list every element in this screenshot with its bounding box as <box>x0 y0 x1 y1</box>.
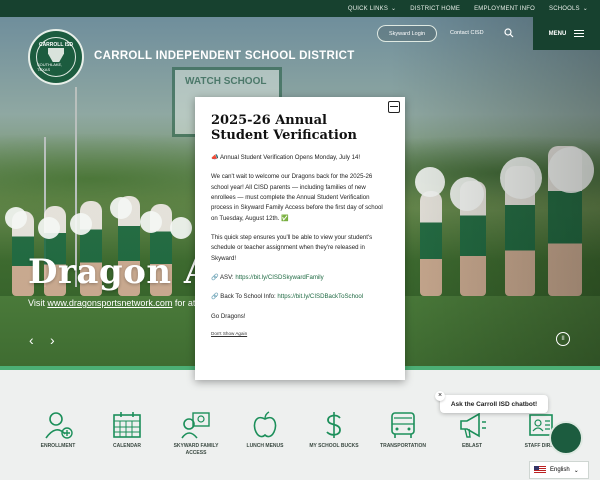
quicklink-transportation[interactable]: TRANSPORTATION <box>373 410 433 450</box>
quicklink-label: LUNCH MENUS <box>246 443 284 449</box>
schools-label: SCHOOLS <box>549 5 580 12</box>
quick-links-section: ENROLLMENT CALENDAR SKYWARD FAMILY ACCES… <box>0 370 600 480</box>
quicklink-skyward[interactable]: SKYWARD FAMILY ACCESS <box>166 410 226 456</box>
quick-links-label: QUICK LINKS <box>347 5 389 12</box>
chatbot-prompt[interactable]: Ask the Carroll ISD chatbot! <box>440 395 548 413</box>
modal-bts-line: 🔗 Back To School Info: https://bit.ly/CI… <box>211 292 389 302</box>
district-logo[interactable]: CARROLL ISD SOUTHLAKE, TEXAS <box>28 29 84 85</box>
hamburger-icon <box>574 30 585 37</box>
menu-button[interactable]: MENU <box>533 17 600 50</box>
calendar-icon <box>113 412 141 438</box>
pause-icon[interactable]: II <box>556 332 570 346</box>
modal-title: 2025-26 Annual Student Verification <box>211 113 357 143</box>
shield-icon <box>48 48 64 62</box>
logo-bottom-text: SOUTHLAKE, TEXAS <box>37 62 63 72</box>
next-slide-icon[interactable]: › <box>50 332 55 348</box>
quicklink-school-bucks[interactable]: MY SCHOOL BUCKS <box>304 410 364 450</box>
quicklink-enrollment[interactable]: ENROLLMENT <box>28 410 88 450</box>
hero-shade <box>390 17 600 366</box>
dragon-sports-link[interactable]: www.dragonsportsnetwork.com <box>47 298 172 308</box>
prev-slide-icon[interactable]: ‹ <box>29 332 34 348</box>
skyward-login-button[interactable]: Skyward Login <box>377 25 437 42</box>
quicklink-label: TRANSPORTATION <box>380 443 426 449</box>
slide-sub-prefix: Visit <box>28 298 48 308</box>
verification-modal: 2025-26 Annual Student Verification 📣 An… <box>195 97 405 380</box>
minimize-icon[interactable] <box>388 101 400 113</box>
chevron-down-icon: ⌄ <box>391 6 397 12</box>
quicklink-label: EBLAST <box>462 443 482 449</box>
pom-pom <box>38 217 60 239</box>
quicklink-eblast[interactable]: EBLAST <box>442 410 502 450</box>
us-flag-icon <box>534 466 546 474</box>
skyward-icon <box>181 412 210 439</box>
employment-info-label: EMPLOYMENT INFO <box>474 5 536 12</box>
scoreboard-text: WATCH SCHOOL <box>185 76 267 87</box>
quicklink-label: CALENDAR <box>112 443 142 449</box>
logo-seal: CARROLL ISD SOUTHLAKE, TEXAS <box>36 37 76 77</box>
chevron-down-icon: ⌄ <box>573 467 579 474</box>
quicklink-label: SKYWARD FAMILY ACCESS <box>173 443 219 456</box>
search-icon[interactable] <box>504 28 514 38</box>
asv-label: 🔗 ASV: <box>211 274 236 282</box>
language-selector[interactable]: English ⌄ <box>529 461 589 479</box>
close-icon[interactable]: × <box>435 391 445 401</box>
chevron-down-icon: ⌄ <box>582 6 588 12</box>
bts-link[interactable]: https://bit.ly/CISDBackToSchool <box>277 293 363 300</box>
quicklink-lunch[interactable]: LUNCH MENUS <box>235 410 295 450</box>
pom-pom <box>5 207 27 229</box>
modal-announcement: 📣 Annual Student Verification Opens Mond… <box>211 153 361 161</box>
pom-pom <box>170 217 192 239</box>
modal-asv-line: 🔗 ASV: https://bit.ly/CISDSkywardFamily <box>211 273 389 283</box>
slide-subtitle: Visit www.dragonsportsnetwork.com for at… <box>28 298 200 308</box>
bts-label: 🔗 Back To School Info: <box>211 293 278 301</box>
pom-pom <box>140 211 162 233</box>
contact-link[interactable]: Contact CISD <box>450 30 484 36</box>
logo-top-text: CARROLL ISD <box>38 42 74 48</box>
district-home-label: DISTRICT HOME <box>410 5 461 12</box>
dont-show-again-link[interactable]: Don't Show Again <box>211 330 389 338</box>
quicklink-calendar[interactable]: CALENDAR <box>97 410 157 450</box>
megaphone-icon <box>460 412 486 438</box>
district-name[interactable]: CARROLL INDEPENDENT SCHOOL DISTRICT <box>94 50 355 62</box>
modal-body-schedule: This quick step ensures you'll be able t… <box>211 234 373 262</box>
schools-menu[interactable]: SCHOOLS ⌄ <box>549 5 588 13</box>
modal-body-welcome: We can't wait to welcome our Dragons bac… <box>211 173 383 222</box>
apple-icon <box>253 411 277 438</box>
employment-info-link[interactable]: EMPLOYMENT INFO <box>474 6 535 12</box>
district-home-link[interactable]: DISTRICT HOME <box>410 6 460 12</box>
menu-label: MENU <box>548 30 567 37</box>
utility-bar: QUICK LINKS ⌄ DISTRICT HOME EMPLOYMENT I… <box>0 0 600 17</box>
modal-signoff: Go Dragons! <box>211 312 246 320</box>
quicklink-label: ENROLLMENT <box>40 443 76 449</box>
pom-pom <box>110 197 132 219</box>
asv-link[interactable]: https://bit.ly/CISDSkywardFamily <box>235 274 323 281</box>
quicklink-label: MY SCHOOL BUCKS <box>309 443 359 449</box>
chatbot-launcher[interactable] <box>549 421 583 455</box>
dollar-icon <box>326 412 341 438</box>
pom-pom <box>70 213 92 235</box>
quick-links-menu[interactable]: QUICK LINKS ⌄ <box>347 5 397 13</box>
bus-icon <box>391 412 415 438</box>
enrollment-icon <box>45 412 73 439</box>
language-label: English <box>550 467 570 473</box>
